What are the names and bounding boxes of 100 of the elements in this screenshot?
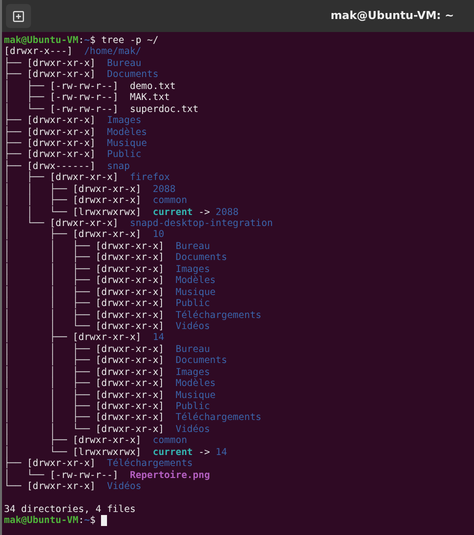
tree-branch: └── [4, 481, 22, 492]
permissions: [drwxr-xr-x] [96, 355, 164, 367]
permissions: [drwxr-xr-x] [50, 218, 118, 229]
directory-name: firefox [130, 172, 170, 184]
permissions: [-rw-rw-r--] [50, 104, 118, 116]
tree-branch: │ │ ├── [4, 252, 91, 264]
directory-name: Bureau [176, 344, 210, 356]
permissions: [drwxr-xr-x] [26, 126, 96, 138]
directory-name: Bureau [106, 58, 142, 70]
directory-name: Vidéos [176, 424, 210, 436]
tree-branch: │ └── [4, 218, 46, 229]
permissions: [drwxr-xr-x] [96, 240, 164, 252]
directory-name: Images [106, 115, 142, 126]
link-target: 2088 [216, 206, 239, 218]
tree-branch: │ │ ├── [4, 401, 91, 412]
link-name: current [152, 446, 193, 458]
tree-branch: │ │ ├── [4, 310, 91, 320]
directory-name: Musique [106, 138, 148, 150]
new-tab-icon [13, 10, 24, 22]
file-name: demo.txt [130, 80, 176, 92]
prompt-path: ~ [84, 515, 90, 527]
permissions: [-rw-rw-r--] [50, 92, 118, 104]
permissions: [drwxr-xr-x] [26, 138, 96, 150]
tree-branch: │ ├── [4, 80, 46, 92]
directory-name: Modèles [176, 275, 216, 287]
permissions: [lrwxrwxrwx] [72, 206, 142, 218]
prompt-user-host: mak@Ubuntu-VM [4, 515, 78, 527]
tree-branch: │ ├── [4, 435, 68, 446]
directory-name: Documents [176, 355, 228, 367]
tree-branch: │ ├── [4, 332, 68, 344]
tree-branch: │ ├── [4, 92, 46, 104]
prompt-symbol: $ [90, 35, 96, 46]
new-tab-button[interactable] [6, 4, 31, 28]
directory-name: /home/mak/ [84, 46, 142, 58]
permissions: [drwxr-xr-x] [96, 298, 164, 310]
directory-name: Téléchargements [176, 412, 262, 424]
permissions: [drwxr-xr-x] [96, 378, 164, 390]
permissions: [drwxr-xr-x] [96, 366, 164, 378]
permissions: [drwxr-xr-x] [96, 390, 164, 401]
directory-name: Vidéos [106, 481, 142, 492]
tree-branch: │ │ ├── [4, 412, 91, 424]
permissions: [drwxr-xr-x] [72, 195, 142, 207]
directory-name: 14 [152, 332, 164, 344]
tree-branch: │ │ ├── [4, 275, 91, 286]
permissions: [drwxr-xr-x] [96, 320, 164, 332]
tree-branch: │ │ ├── [4, 378, 91, 390]
permissions: [drwxr-xr-x] [96, 252, 164, 264]
permissions: [lrwxrwxrwx] [72, 446, 142, 458]
permissions: [drwxr-xr-x] [72, 435, 142, 447]
tree-branch: ├── [4, 458, 22, 470]
tree-branch: ├── [4, 115, 22, 126]
tree-branch: ├── [4, 160, 22, 172]
permissions: [drwxr-xr-x] [50, 172, 118, 184]
directory-name: Téléchargements [106, 458, 193, 470]
tree-branch: ├── [4, 69, 22, 80]
permissions: [drwxr-xr-x] [96, 264, 164, 276]
tree-branch: │ │ ├── [4, 298, 91, 310]
permissions: [drwxr-xr-x] [26, 69, 96, 80]
tree-branch: │ │ ├── [4, 366, 91, 378]
prompt-user-host: mak@Ubuntu-VM [4, 35, 78, 46]
summary-text: 34 directories, 4 files [4, 504, 136, 515]
tree-branch: │ │ ├── [4, 355, 91, 366]
directory-name: Bureau [176, 240, 210, 252]
directory-name: Public [176, 401, 210, 412]
tree-branch: │ │ ├── [4, 184, 68, 195]
directory-name: common [152, 435, 188, 447]
permissions: [drwxr-xr-x] [26, 149, 96, 161]
permissions: [-rw-rw-r--] [50, 80, 118, 92]
link-name: current [152, 206, 193, 218]
tree-branch: ├── [4, 126, 22, 138]
permissions: [drwxr-xr-x] [72, 229, 142, 240]
command: tree -p ~/ [101, 35, 158, 46]
directory-name: Images [176, 366, 210, 378]
permissions: [drwxr-xr-x] [96, 344, 164, 356]
directory-name: snapd-desktop-integration [130, 218, 273, 230]
permissions: [drwxr-xr-x] [26, 481, 96, 492]
link-arrow: -> [198, 446, 210, 458]
window-title: mak@Ubuntu-VM: ~ [330, 8, 454, 24]
tree-branch: │ └── [4, 446, 68, 458]
tree-branch: │ │ └── [4, 320, 91, 332]
permissions: [drwxr-xr-x] [96, 401, 164, 412]
file-name: Repertoire.png [130, 470, 210, 481]
tree-branch: │ ├── [4, 172, 46, 184]
permissions: [drwxr-xr-x] [26, 458, 96, 470]
tree-branch: │ │ ├── [4, 344, 91, 355]
tree-branch: │ │ └── [4, 206, 68, 218]
permissions: [drwxr-x---] [4, 46, 73, 58]
link-target: 14 [216, 446, 228, 458]
tree-branch: │ │ ├── [4, 390, 91, 401]
text-cursor [101, 515, 108, 526]
tree-branch: │ │ ├── [4, 264, 91, 275]
file-name: MAK.txt [130, 92, 170, 104]
tree-branch: ├── [4, 138, 22, 149]
directory-name: Téléchargements [176, 310, 262, 321]
tree-branch: │ │ ├── [4, 195, 68, 206]
permissions: [drwxr-xr-x] [26, 115, 96, 126]
prompt-separator: : [78, 35, 84, 46]
directory-name: Images [176, 264, 210, 275]
directory-name: Modèles [176, 378, 216, 390]
permissions: [drwx------] [26, 160, 96, 172]
